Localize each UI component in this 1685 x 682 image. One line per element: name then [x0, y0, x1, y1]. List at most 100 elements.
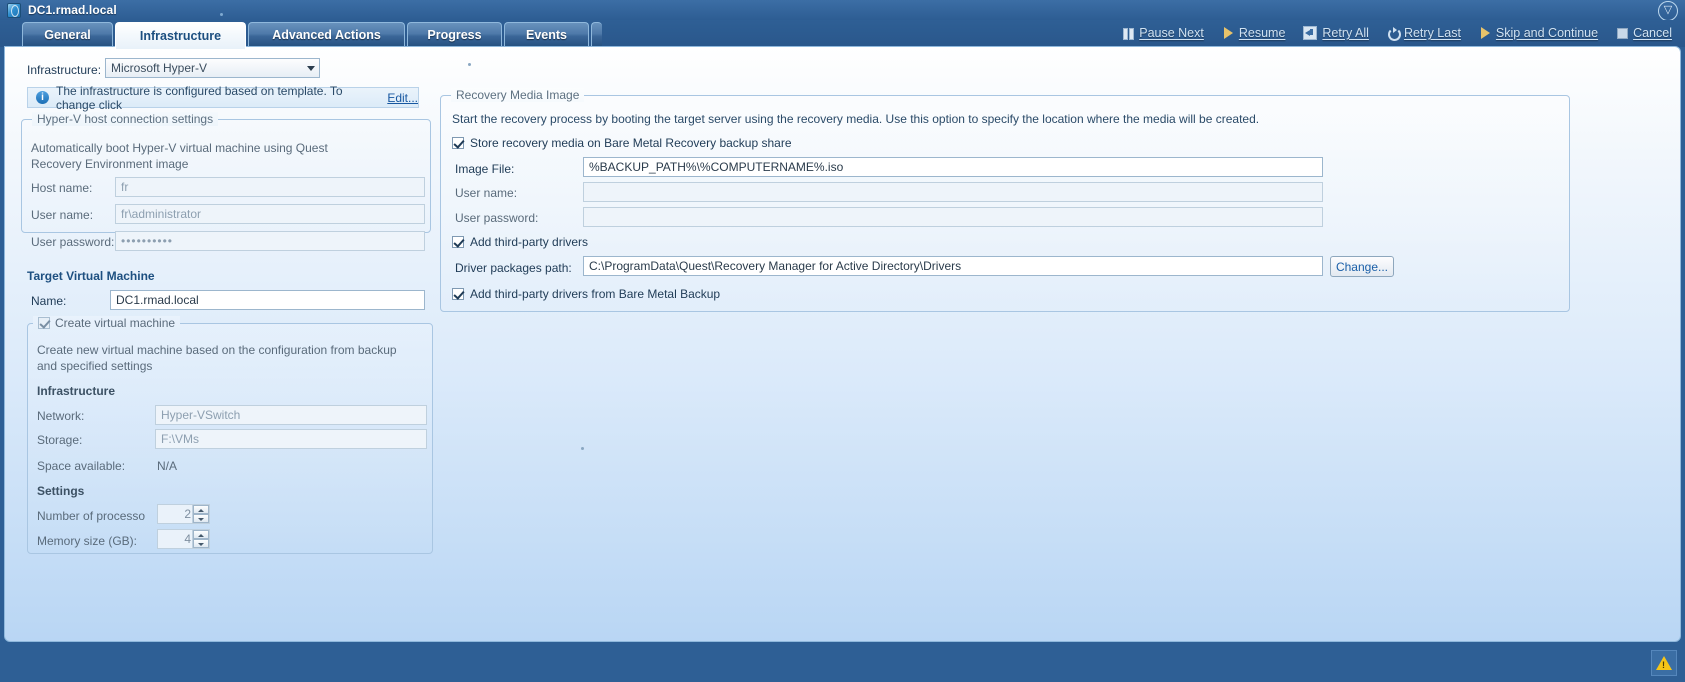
warning-indicator-button[interactable]	[1651, 650, 1677, 676]
memory-size-decrement[interactable]	[193, 539, 209, 548]
cpu-count-increment[interactable]	[193, 505, 209, 514]
stop-icon	[1616, 27, 1629, 39]
space-available-value: N/A	[157, 459, 178, 473]
infrastructure-panel: Infrastructure: Microsoft Hyper-V i The …	[4, 46, 1681, 642]
cpu-count-label: Number of processo	[37, 509, 146, 523]
cpu-count-stepper-buttons	[192, 505, 209, 523]
memory-size-stepper-buttons	[192, 530, 209, 548]
chevron-down-circle-icon[interactable]: ▽	[1658, 1, 1678, 21]
cpu-count-stepper[interactable]: 2	[157, 504, 210, 524]
host-name-label: Host name:	[31, 181, 93, 195]
tab-advanced-actions[interactable]: Advanced Actions	[248, 22, 405, 47]
host-user-password-input[interactable]	[115, 231, 425, 251]
artifact-dot	[581, 447, 584, 450]
infrastructure-subheading: Infrastructure	[37, 384, 116, 398]
retry-last-icon	[1387, 27, 1401, 41]
memory-size-label: Memory size (GB):	[37, 534, 138, 548]
retry-last-button[interactable]: Retry Last	[1378, 22, 1470, 44]
retry-last-label: Retry Last	[1403, 26, 1461, 40]
cpu-count-decrement[interactable]	[193, 514, 209, 523]
host-connection-description: Automatically boot Hyper-V virtual machi…	[31, 141, 328, 171]
add-bmr-drivers-label: Add third-party drivers from Bare Metal …	[470, 287, 721, 301]
create-vm-checkbox-row[interactable]: Create virtual machine	[33, 316, 181, 330]
resume-label: Resume	[1238, 26, 1286, 40]
cpu-count-value: 2	[184, 507, 191, 521]
media-user-name-input[interactable]	[583, 182, 1323, 202]
store-media-checkbox-row[interactable]: Store recovery media on Bare Metal Recov…	[452, 136, 792, 150]
title-bar: DC1.rmad.local ▽	[0, 0, 1685, 21]
host-user-name-label: User name:	[31, 208, 94, 222]
window-title: DC1.rmad.local	[28, 3, 117, 17]
skip-and-continue-label: Skip and Continue	[1495, 26, 1599, 40]
space-available-label: Space available:	[37, 459, 126, 473]
template-info-bar: i The infrastructure is configured based…	[27, 84, 419, 112]
driver-path-label: Driver packages path:	[455, 261, 572, 275]
memory-size-increment[interactable]	[193, 530, 209, 539]
title-decoration-dot	[220, 13, 223, 16]
tab-overflow[interactable]	[591, 22, 602, 47]
application-window: DC1.rmad.local ▽ General Infrastructure …	[0, 0, 1685, 682]
storage-label: Storage:	[37, 433, 83, 447]
tab-progress[interactable]: Progress	[407, 22, 502, 47]
tab-events[interactable]: Events	[504, 22, 589, 47]
host-user-password-label: User password:	[31, 235, 115, 249]
status-bar	[0, 644, 1685, 682]
create-vm-description: Create new virtual machine based on the …	[37, 343, 397, 373]
image-file-input[interactable]	[583, 157, 1323, 177]
add-bmr-drivers-checkbox[interactable]	[452, 288, 464, 300]
vm-name-input[interactable]	[110, 290, 425, 310]
store-media-checkbox[interactable]	[452, 137, 464, 149]
host-name-input[interactable]	[115, 177, 425, 197]
skip-and-continue-button[interactable]: Skip and Continue	[1470, 22, 1607, 44]
media-user-name-label: User name:	[455, 186, 518, 200]
cancel-label: Cancel	[1633, 26, 1672, 40]
host-user-name-input[interactable]	[115, 204, 425, 224]
cancel-button[interactable]: Cancel	[1607, 22, 1681, 44]
retry-all-label: Retry All	[1322, 26, 1369, 40]
retry-all-icon	[1303, 26, 1318, 40]
driver-path-input[interactable]	[583, 256, 1323, 276]
add-drivers-checkbox-row[interactable]: Add third-party drivers	[452, 235, 588, 249]
pause-next-button[interactable]: Pause Next	[1113, 22, 1213, 44]
create-vm-label: Create virtual machine	[55, 316, 176, 330]
infrastructure-label: Infrastructure:	[27, 63, 102, 77]
server-globe-icon	[6, 3, 21, 18]
media-user-password-input[interactable]	[583, 207, 1323, 227]
recovery-media-description: Start the recovery process by booting th…	[452, 112, 1260, 126]
network-input[interactable]	[155, 405, 427, 425]
warning-triangle-icon	[1656, 656, 1672, 670]
target-vm-heading: Target Virtual Machine	[27, 269, 155, 283]
resume-button[interactable]: Resume	[1213, 22, 1295, 44]
chevron-down-icon	[307, 66, 315, 71]
add-drivers-label: Add third-party drivers	[470, 235, 589, 249]
play-icon	[1479, 27, 1491, 39]
image-file-label: Image File:	[455, 162, 515, 176]
pause-icon	[1122, 27, 1135, 40]
edit-link[interactable]: Edit...	[387, 91, 418, 105]
vm-name-label: Name:	[31, 294, 67, 308]
infrastructure-select-value: Microsoft Hyper-V	[111, 61, 208, 75]
change-driver-path-button[interactable]: Change...	[1330, 256, 1394, 277]
storage-input[interactable]	[155, 429, 427, 449]
media-user-password-label: User password:	[455, 211, 539, 225]
host-connection-group-title: Hyper-V host connection settings	[32, 112, 219, 126]
play-icon	[1222, 27, 1234, 39]
add-drivers-checkbox[interactable]	[452, 236, 464, 248]
memory-size-stepper[interactable]: 4	[157, 529, 210, 549]
pause-next-label: Pause Next	[1139, 26, 1204, 40]
create-vm-checkbox[interactable]	[38, 317, 50, 329]
tab-general[interactable]: General	[22, 22, 113, 47]
artifact-dot	[468, 63, 471, 66]
template-info-text: The infrastructure is configured based o…	[56, 83, 343, 112]
settings-subheading: Settings	[37, 484, 85, 498]
action-toolbar: Pause Next Resume Retry All Retry Last S…	[1113, 20, 1681, 46]
info-icon: i	[36, 91, 49, 104]
add-bmr-drivers-checkbox-row[interactable]: Add third-party drivers from Bare Metal …	[452, 287, 720, 301]
tab-infrastructure[interactable]: Infrastructure	[115, 22, 246, 49]
network-label: Network:	[37, 409, 85, 423]
infrastructure-select[interactable]: Microsoft Hyper-V	[105, 58, 320, 78]
retry-all-button[interactable]: Retry All	[1294, 22, 1378, 44]
store-media-label: Store recovery media on Bare Metal Recov…	[470, 136, 792, 150]
memory-size-value: 4	[184, 532, 191, 546]
recovery-media-group-title: Recovery Media Image	[451, 88, 585, 102]
